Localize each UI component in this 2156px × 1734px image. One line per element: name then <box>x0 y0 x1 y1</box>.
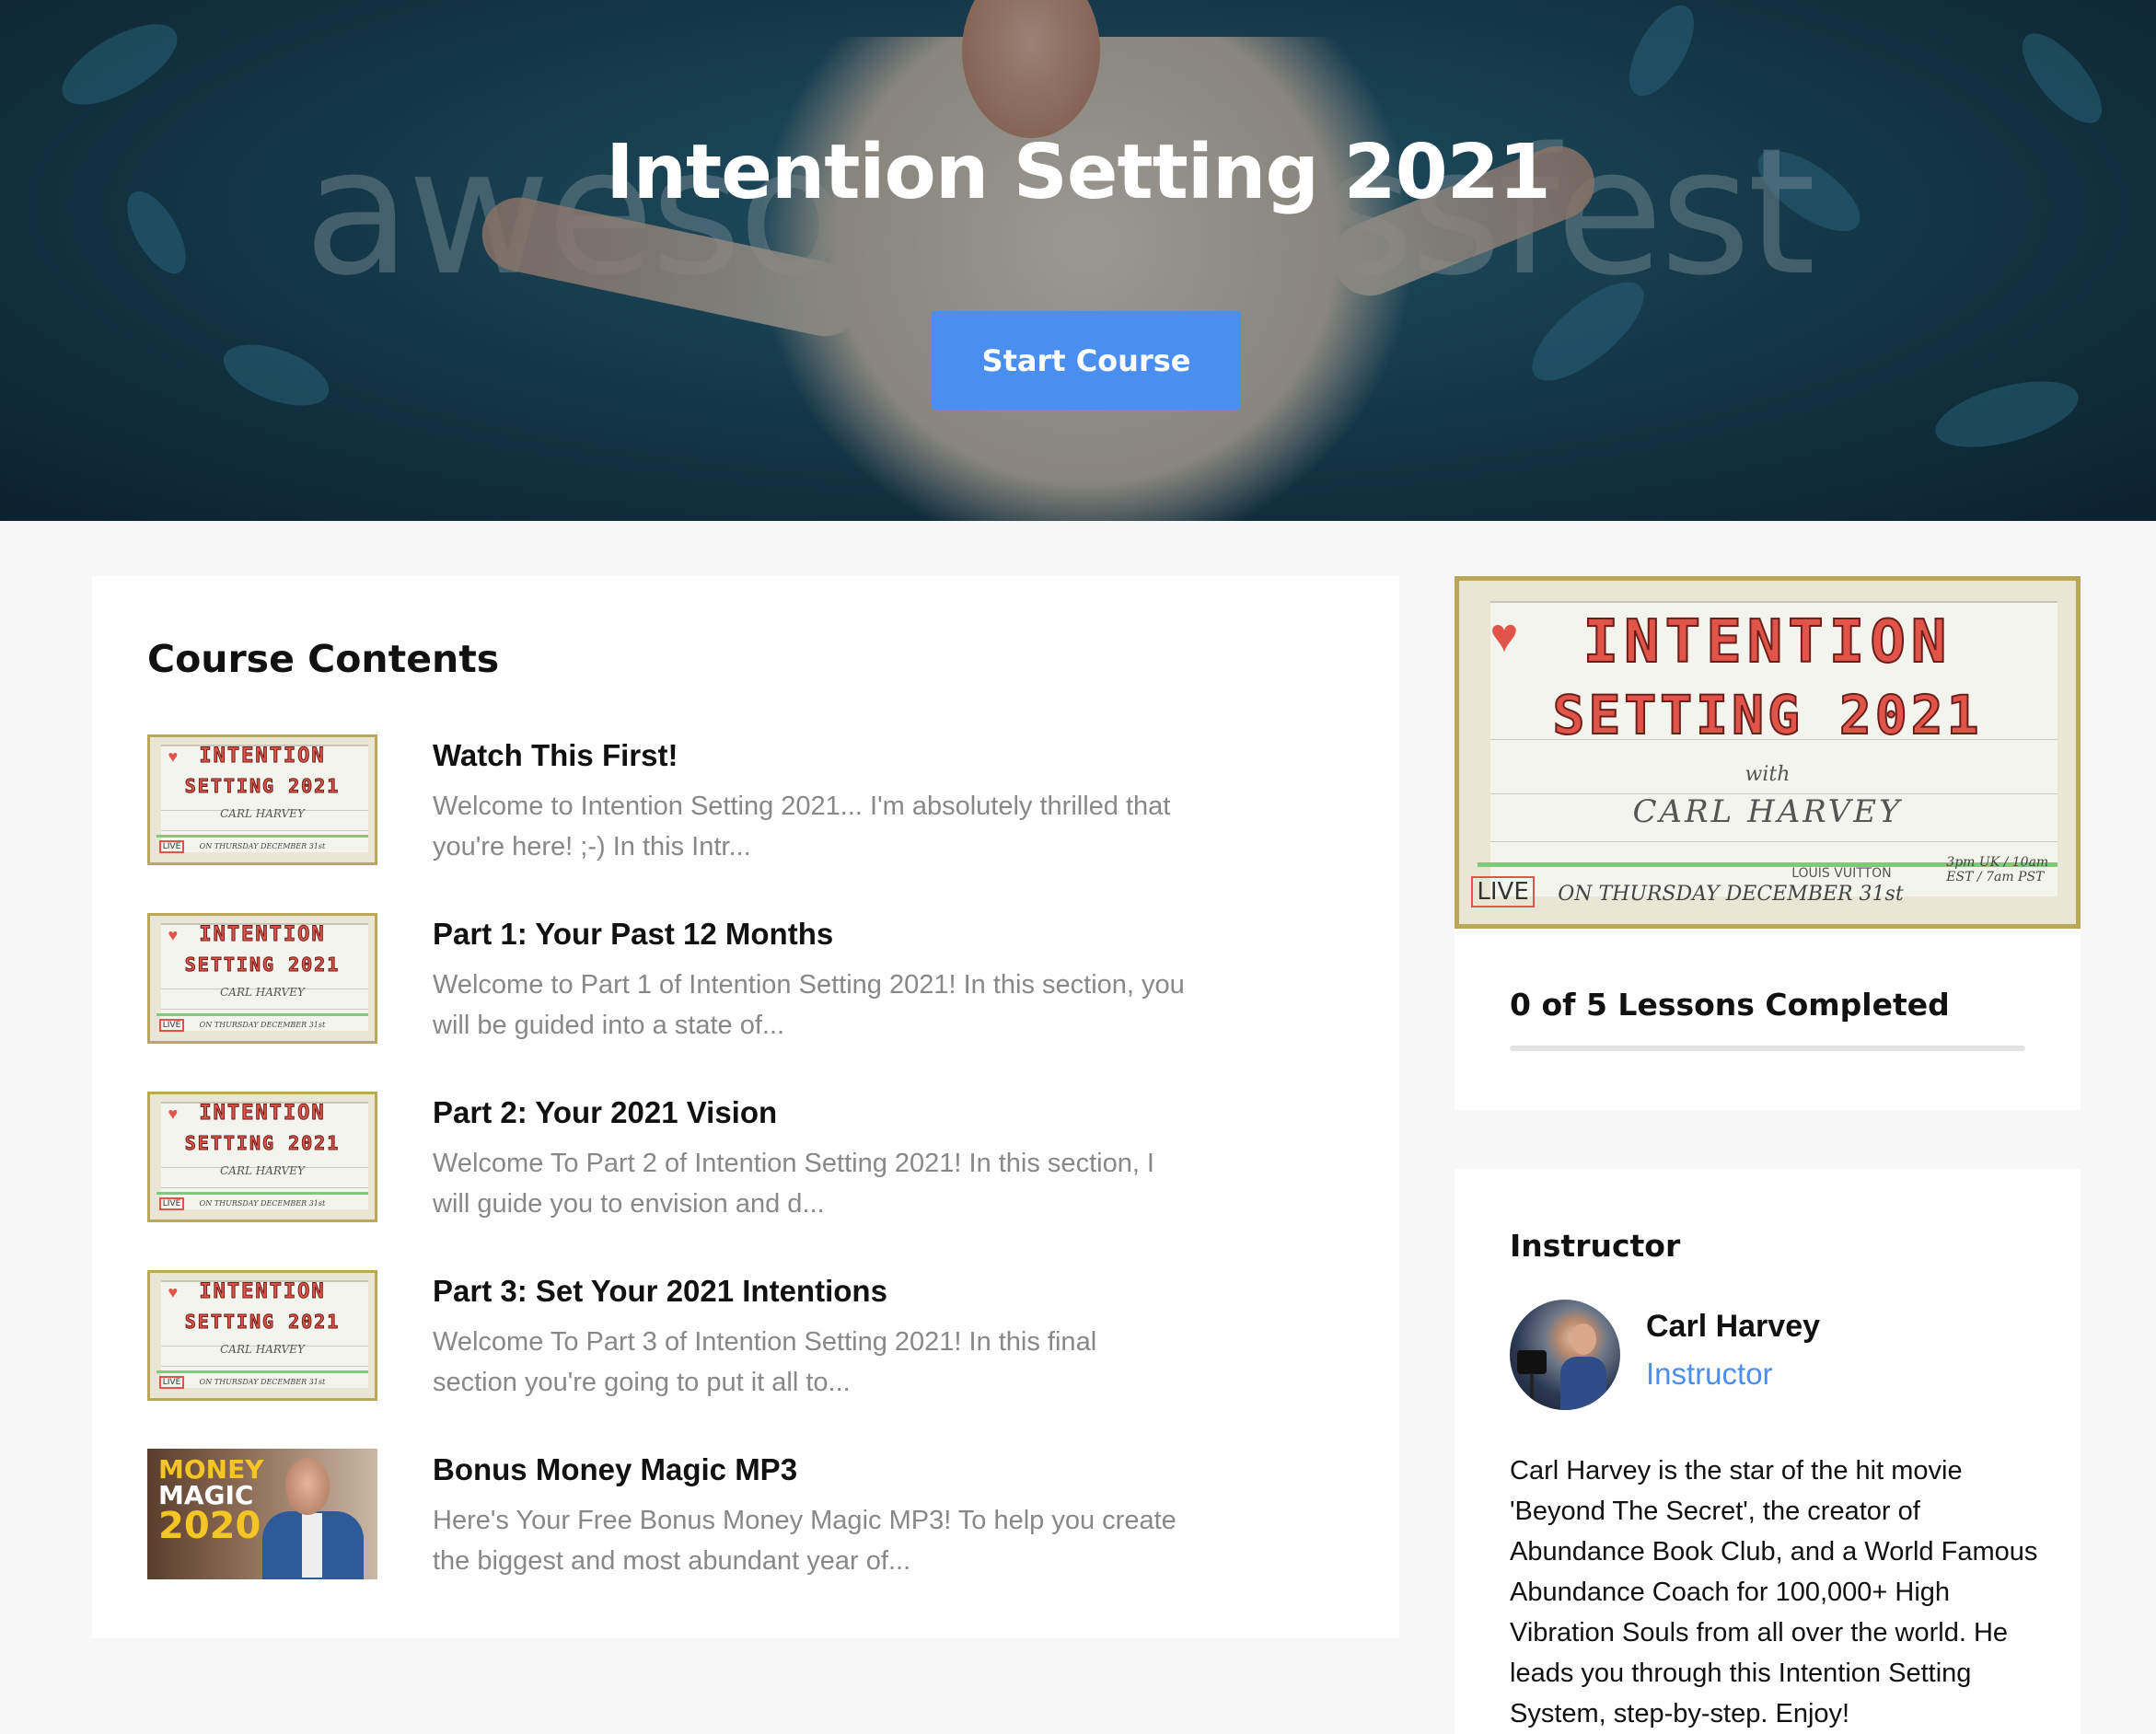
lesson-thumbnail[interactable]: MONEY MAGIC 2020 <box>147 1449 377 1579</box>
lesson-thumbnail[interactable]: ♥ INTENTION SETTING 2021 CARL HARVEY LIV… <box>147 1270 377 1401</box>
instructor-avatar <box>1510 1300 1620 1410</box>
start-course-button[interactable]: Start Course <box>932 311 1241 410</box>
lesson-description: Welcome To Part 3 of Intention Setting 2… <box>433 1327 1097 1397</box>
lesson-description: Welcome to Part 1 of Intention Setting 2… <box>433 970 1185 1040</box>
lesson-title[interactable]: Part 1: Your Past 12 Months <box>433 917 833 952</box>
instructor-role: Instructor <box>1646 1357 1773 1391</box>
lesson-title[interactable]: Bonus Money Magic MP3 <box>433 1452 797 1487</box>
money-magic-image: MONEY MAGIC 2020 <box>147 1449 377 1579</box>
lesson-title[interactable]: Part 2: Your 2021 Vision <box>433 1095 777 1130</box>
lesson-thumbnail[interactable]: ♥ INTENTION SETTING 2021 CARL HARVEY LIV… <box>147 734 377 865</box>
intention-card-image: ♥ INTENTION SETTING 2021 CARL HARVEY LIV… <box>147 1092 377 1222</box>
course-contents-panel: Course Contents ♥ INTENTION SETTING 2021… <box>92 576 1399 1638</box>
course-contents-heading: Course Contents <box>147 637 500 681</box>
instructor-heading: Instructor <box>1510 1228 1681 1264</box>
hero-banner: awesomenessfest Intention Setting 2021 S… <box>0 0 2156 521</box>
lesson-item[interactable]: ♥ INTENTION SETTING 2021 CARL HARVEY LIV… <box>147 734 1344 882</box>
lesson-title[interactable]: Part 3: Set Your 2021 Intentions <box>433 1274 887 1309</box>
lesson-item[interactable]: ♥ INTENTION SETTING 2021 CARL HARVEY LIV… <box>147 913 1344 1060</box>
course-cover-image: ♥ INTENTION SETTING 2021 with CARL HARVE… <box>1455 576 2081 929</box>
course-progress-panel: ♥ INTENTION SETTING 2021 with CARL HARVE… <box>1455 576 2081 1110</box>
instructor-name: Carl Harvey <box>1646 1309 1821 1344</box>
lesson-thumbnail[interactable]: ♥ INTENTION SETTING 2021 CARL HARVEY LIV… <box>147 1092 377 1222</box>
lesson-item[interactable]: ♥ INTENTION SETTING 2021 CARL HARVEY LIV… <box>147 1092 1344 1239</box>
intention-card-image: ♥ INTENTION SETTING 2021 CARL HARVEY LIV… <box>147 734 377 865</box>
intention-card-image: ♥ INTENTION SETTING 2021 CARL HARVEY LIV… <box>147 913 377 1044</box>
progress-label: 0 of 5 Lessons Completed <box>1510 987 1950 1023</box>
lesson-item[interactable]: MONEY MAGIC 2020 Bonus Money Magic MP3 H… <box>147 1449 1344 1596</box>
lesson-title[interactable]: Watch This First! <box>433 738 678 773</box>
instructor-bio: Carl Harvey is the star of the hit movie… <box>1510 1456 2038 1728</box>
lesson-description: Welcome To Part 2 of Intention Setting 2… <box>433 1149 1154 1219</box>
lesson-description: Here's Your Free Bonus Money Magic MP3! … <box>433 1506 1177 1576</box>
lesson-description: Welcome to Intention Setting 2021... I'm… <box>433 792 1171 861</box>
intention-card-image: ♥ INTENTION SETTING 2021 CARL HARVEY LIV… <box>147 1270 377 1401</box>
lesson-item[interactable]: ♥ INTENTION SETTING 2021 CARL HARVEY LIV… <box>147 1270 1344 1417</box>
lesson-thumbnail[interactable]: ♥ INTENTION SETTING 2021 CARL HARVEY LIV… <box>147 913 377 1044</box>
progress-bar <box>1510 1046 2025 1051</box>
instructor-panel: Instructor Carl Harvey Instructor Carl H… <box>1455 1169 2081 1734</box>
course-title: Intention Setting 2021 <box>606 129 1551 216</box>
